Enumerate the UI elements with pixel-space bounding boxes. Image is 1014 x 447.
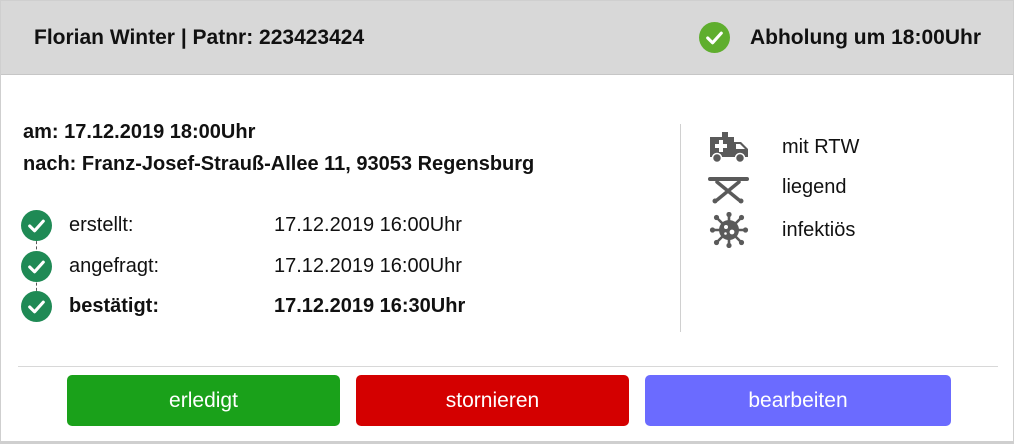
edit-button[interactable]: bearbeiten (645, 375, 951, 426)
timeline-item-erstellt: erstellt: 17.12.2019 16:00Uhr (21, 209, 462, 241)
trip-destination: nach: Franz-Josef-Strauß-Allee 11, 93053… (23, 153, 535, 175)
feature-label: mit RTW (782, 135, 860, 158)
check-circle-icon (21, 250, 52, 282)
feature-label: infektiös (782, 218, 856, 241)
card-header: Florian Winter | Patnr: 223423424 Abholu… (1, 1, 1013, 75)
done-button[interactable]: erledigt (67, 375, 340, 426)
cancel-button[interactable]: stornieren (356, 375, 629, 426)
timeline-label: angefragt: (69, 254, 160, 277)
feature-stretcher: liegend (707, 169, 847, 205)
check-circle-icon (698, 22, 730, 53)
timeline-value: 17.12.2019 16:00Uhr (274, 213, 462, 236)
timeline-label: bestätigt: (69, 294, 159, 317)
feature-label: liegend (782, 175, 847, 198)
timeline-label: erstellt: (69, 213, 134, 236)
trip-date: am: 17.12.2019 18:00Uhr (23, 121, 256, 143)
check-circle-icon (21, 209, 52, 241)
vertical-divider (680, 124, 681, 332)
transport-card: Florian Winter | Patnr: 223423424 Abholu… (0, 0, 1014, 444)
stretcher-icon (708, 177, 749, 204)
feature-infectious: infektiös (707, 212, 855, 248)
timeline-item-angefragt: angefragt: 17.12.2019 16:00Uhr (21, 250, 462, 282)
timeline-value: 17.12.2019 16:00Uhr (274, 254, 462, 277)
timeline-item-bestaetigt: bestätigt: 17.12.2019 16:30Uhr (21, 290, 465, 322)
ambulance-icon (710, 132, 748, 164)
pickup-status: Abholung um 18:00Uhr (698, 22, 981, 53)
timeline-value: 17.12.2019 16:30Uhr (274, 294, 466, 317)
patient-title: Florian Winter | Patnr: 223423424 (34, 26, 365, 49)
check-circle-icon (21, 290, 52, 322)
trip-info: am: 17.12.2019 18:00Uhr nach: Franz-Jose… (23, 116, 534, 180)
virus-icon (709, 212, 749, 248)
horizontal-divider (18, 366, 998, 367)
feature-ambulance: mit RTW (707, 129, 859, 165)
pickup-status-text: Abholung um 18:00Uhr (749, 25, 981, 49)
status-timeline: erstellt: 17.12.2019 16:00Uhr angefragt:… (21, 208, 661, 328)
